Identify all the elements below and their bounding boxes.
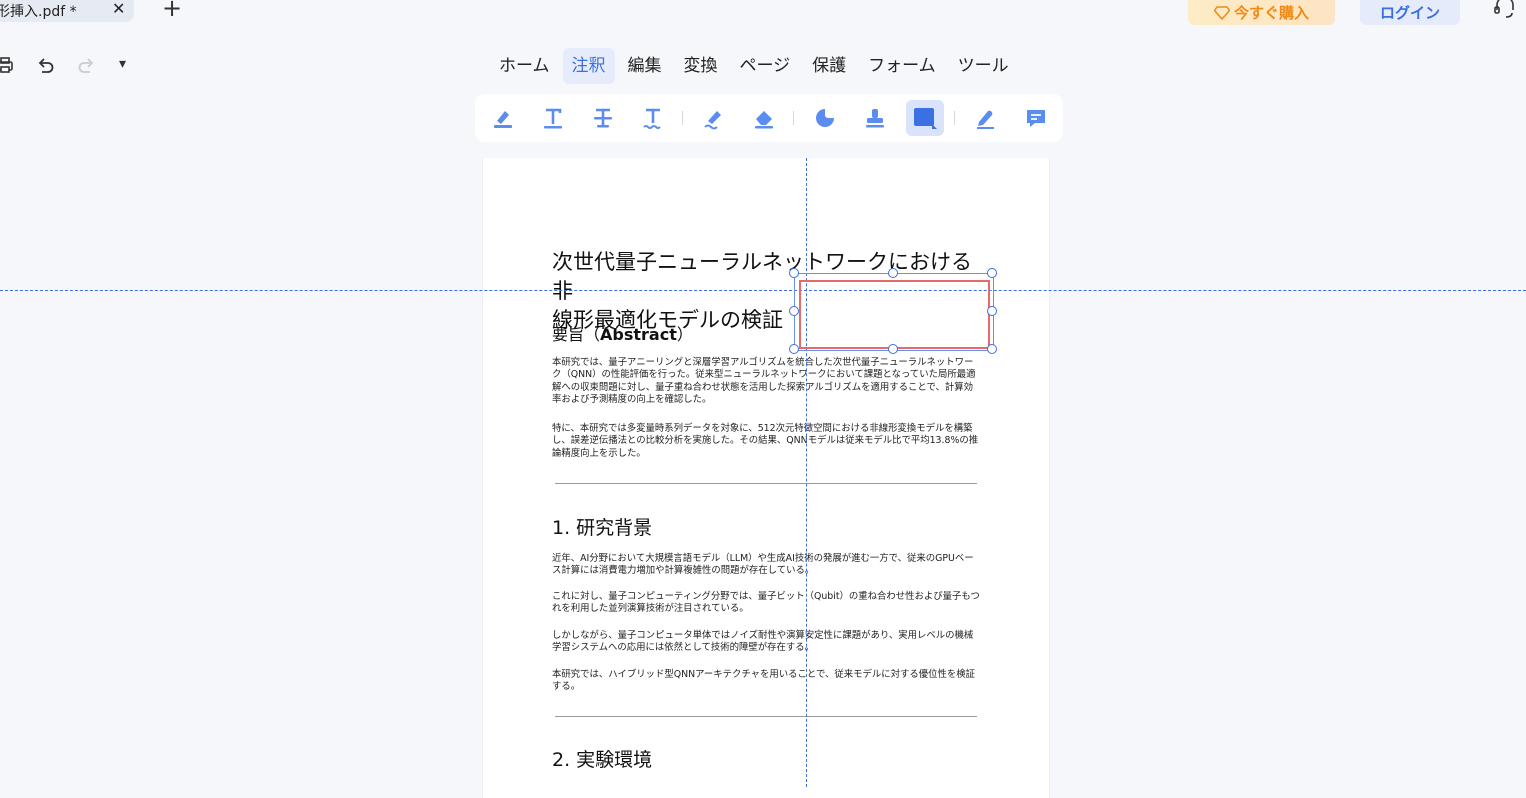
comment-tool-button[interactable] — [1017, 100, 1055, 136]
resize-handle-top[interactable] — [888, 268, 898, 278]
eraser-icon — [755, 111, 773, 129]
section2-heading: 2. 実験環境 — [552, 749, 653, 771]
buy-now-button[interactable]: 今すぐ購入 — [1188, 0, 1335, 25]
text-tool-button[interactable] — [534, 100, 572, 136]
pdf-page[interactable]: 次世代量子ニューラルネットワークにおける非 線形最適化モデルの検証 要旨（Abs… — [482, 158, 1050, 798]
redo-icon[interactable] — [76, 55, 96, 75]
sticker-icon — [816, 109, 834, 127]
toolbar-separator — [682, 111, 683, 125]
section1-heading: 1. 研究背景 — [552, 517, 653, 539]
tab-title: 形挿入.pdf * — [0, 4, 77, 20]
highlighter-icon — [494, 111, 512, 128]
headset-icon[interactable] — [1492, 0, 1518, 20]
strikethrough-tool-button[interactable] — [584, 100, 622, 136]
sticker-tool-button[interactable] — [806, 100, 844, 136]
undo-icon[interactable] — [36, 55, 56, 75]
signature-tool-button[interactable] — [967, 100, 1005, 136]
menu-convert[interactable]: 変換 — [675, 48, 727, 84]
abstract-paragraph-2: 特に、本研究では多変量時系列データを対象に、512次元特徴空間における非線形変換… — [552, 423, 979, 459]
section-divider — [555, 483, 977, 484]
comment-icon — [1027, 110, 1045, 127]
section1-paragraph-3: しかしながら、量子コンピュータ単体ではノイズ耐性や演算安定性に課題があり、実用レ… — [552, 630, 974, 654]
toolbar-separator — [954, 111, 955, 125]
horizontal-alignment-guide — [0, 290, 1526, 291]
print-icon[interactable] — [0, 55, 14, 75]
selection-box[interactable] — [794, 273, 994, 351]
signature-icon — [977, 110, 994, 129]
text-icon — [544, 108, 562, 129]
squiggly-underline-icon — [643, 108, 661, 129]
strikethrough-icon — [594, 108, 612, 128]
resize-handle-bottom-right[interactable] — [987, 344, 997, 354]
stamp-icon — [866, 109, 884, 128]
resize-handle-left[interactable] — [789, 306, 799, 316]
login-label: ログイン — [1379, 4, 1440, 22]
abstract-heading-prefix: 要旨（ — [552, 325, 601, 344]
toolbar-separator — [793, 111, 794, 125]
underline-tool-button[interactable] — [634, 100, 672, 136]
shape-icon — [914, 108, 937, 129]
menu-form[interactable]: フォーム — [859, 48, 945, 84]
buy-now-label: 今すぐ購入 — [1233, 4, 1309, 22]
login-button[interactable]: ログイン — [1360, 0, 1460, 25]
document-tab[interactable]: 形挿入.pdf * ✕ — [0, 0, 134, 22]
resize-handle-bottom-left[interactable] — [789, 344, 799, 354]
pencil-icon — [704, 111, 721, 130]
section1-paragraph-4: 本研究では、ハイブリッド型QNNアーキテクチャを用いることで、従来モデルに対する… — [552, 669, 976, 693]
resize-handle-top-right[interactable] — [987, 268, 997, 278]
pencil-tool-button[interactable] — [695, 100, 733, 136]
stamp-tool-button[interactable] — [856, 100, 894, 136]
vertical-alignment-guide — [806, 158, 807, 787]
abstract-heading-bold: Abstract — [600, 325, 677, 344]
main-menu: ホーム 注釈 編集 変換 ページ 保護 フォーム ツール — [490, 48, 1022, 84]
resize-handle-top-left[interactable] — [789, 268, 799, 278]
annotation-toolbar — [475, 94, 1063, 142]
close-tab-icon[interactable]: ✕ — [112, 0, 125, 18]
section1-paragraph-1: 近年、AI分野において大規模言語モデル（LLM）や生成AI技術の発展が進む一方で… — [552, 553, 974, 577]
eraser-tool-button[interactable] — [745, 100, 783, 136]
resize-handle-right[interactable] — [987, 306, 997, 316]
resize-handle-bottom[interactable] — [888, 344, 898, 354]
shape-tool-button[interactable] — [906, 100, 944, 136]
menu-page[interactable]: ページ — [731, 48, 800, 84]
menu-home[interactable]: ホーム — [490, 48, 559, 84]
abstract-paragraph-1: 本研究では、量子アニーリングと深層学習アルゴリズムを統合した次世代量子ニューラル… — [552, 357, 976, 405]
menu-tools[interactable]: ツール — [949, 48, 1018, 84]
highlight-tool-button[interactable] — [484, 100, 522, 136]
new-tab-button[interactable]: + — [162, 0, 182, 22]
section-divider — [555, 716, 977, 717]
abstract-heading: 要旨（Abstract） — [552, 321, 693, 345]
diamond-icon — [1213, 5, 1230, 20]
more-dropdown-icon[interactable]: ▾ — [119, 56, 126, 72]
abstract-heading-suffix: ） — [676, 325, 693, 344]
menu-annotate[interactable]: 注釈 — [562, 48, 615, 84]
section1-paragraph-2: これに対し、量子コンピューティング分野では、量子ビット（Qubit）の重ね合わせ… — [552, 591, 980, 615]
menu-edit[interactable]: 編集 — [619, 48, 671, 84]
menu-protect[interactable]: 保護 — [803, 48, 855, 84]
